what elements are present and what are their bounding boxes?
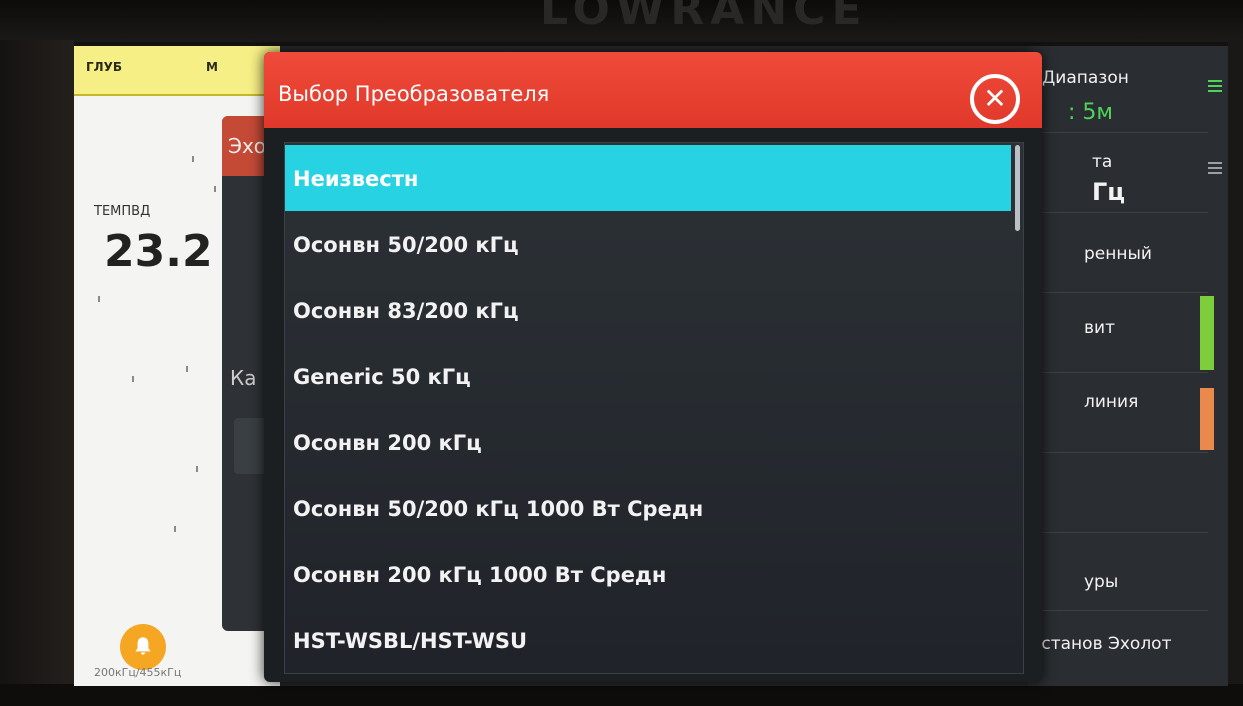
list-item-label: Осонвн 83/200 кГц — [293, 299, 519, 323]
menu-icon — [1208, 80, 1222, 92]
calibration-label: Ка — [230, 366, 257, 390]
depth-bar: ГЛУБ М — [74, 46, 280, 96]
alarm-bell-icon[interactable] — [120, 624, 166, 670]
menu-icon — [1208, 162, 1222, 174]
menu-item-3[interactable]: линия — [1028, 372, 1208, 453]
dialog-header: Выбор Преобразователя ✕ — [264, 52, 1042, 128]
list-item-selected[interactable]: Неизвестн — [285, 145, 1011, 211]
frequency-item[interactable]: та Гц — [1028, 132, 1222, 213]
menu-item-label: уры — [1084, 572, 1119, 592]
menu-item-label: линия — [1084, 392, 1139, 412]
close-icon[interactable]: ✕ — [970, 74, 1020, 124]
device-bezel-right — [1228, 40, 1243, 690]
list-item[interactable]: Осонвн 200 кГц — [285, 409, 1011, 475]
list-item[interactable]: Осонвн 50/200 кГц 1000 Вт Средн — [285, 475, 1011, 541]
transducer-list[interactable]: Неизвестн Осонвн 50/200 кГц Осонвн 83/20… — [284, 142, 1024, 674]
menu-item-4[interactable] — [1028, 452, 1208, 533]
list-item-label: Неизвестн — [293, 167, 419, 191]
water-temp-label: ТЕМПВД — [94, 204, 151, 219]
stop-sonar-item[interactable]: Останов Эхолот — [1028, 610, 1208, 686]
range-label: Диапазон — [1042, 68, 1129, 88]
list-item-label: Осонвн 50/200 кГц 1000 Вт Средн — [293, 497, 704, 521]
brand-logo: LOWRANCE — [540, 0, 868, 35]
dialog-title: Выбор Преобразователя — [278, 82, 550, 106]
range-item[interactable]: Диапазон : 5м — [1028, 46, 1222, 133]
list-item[interactable]: Осонвн 50/200 кГц — [285, 211, 1011, 277]
list-item-label: Осонвн 200 кГц 1000 Вт Средн — [293, 563, 667, 587]
device-bezel-left — [0, 40, 74, 690]
frequency-menu-value: Гц — [1092, 178, 1126, 206]
list-item-label: Generic 50 кГц — [293, 365, 471, 389]
frequency-menu-label: та — [1092, 152, 1113, 172]
water-temp-value: 23.2 — [104, 226, 213, 277]
menu-item-2[interactable]: вит — [1028, 292, 1208, 373]
gain-bar — [1200, 296, 1214, 370]
list-item[interactable]: Generic 50 кГц — [285, 343, 1011, 409]
menu-item-label: ренный — [1084, 244, 1152, 264]
list-item[interactable]: Осонвн 200 кГц 1000 Вт Средн — [285, 541, 1011, 607]
menu-item-5[interactable]: уры — [1028, 532, 1208, 611]
right-menu: Диапазон : 5м та Гц ренный вит линия уры — [1028, 46, 1228, 686]
stop-sonar-label: Останов Эхолот — [1028, 634, 1172, 654]
list-scrollbar[interactable] — [1015, 145, 1020, 231]
list-item-label: Осонвн 200 кГц — [293, 431, 482, 455]
list-item[interactable]: Осонвн 83/200 кГц — [285, 277, 1011, 343]
depth-unit: М — [206, 60, 218, 74]
transducer-select-dialog: Выбор Преобразователя ✕ Неизвестн Осонвн… — [264, 52, 1042, 682]
color-line-bar — [1200, 388, 1214, 450]
menu-item-label: вит — [1084, 318, 1115, 338]
device-bezel-top: LOWRANCE — [0, 0, 1243, 42]
list-item[interactable]: HST-WSBL/HST-WSU — [285, 607, 1011, 673]
echo-settings-title: Эхо — [228, 134, 267, 158]
list-item-label: HST-WSBL/HST-WSU — [293, 629, 528, 653]
list-item-label: Осонвн 50/200 кГц — [293, 233, 519, 257]
menu-item-1[interactable]: ренный — [1028, 212, 1208, 293]
frequency-label: 200кГц/455кГц — [94, 666, 182, 679]
close-x-glyph: ✕ — [983, 82, 1007, 115]
range-value: : 5м — [1068, 100, 1113, 125]
device-bezel-bottom — [0, 684, 1243, 706]
depth-label: ГЛУБ — [86, 60, 123, 74]
